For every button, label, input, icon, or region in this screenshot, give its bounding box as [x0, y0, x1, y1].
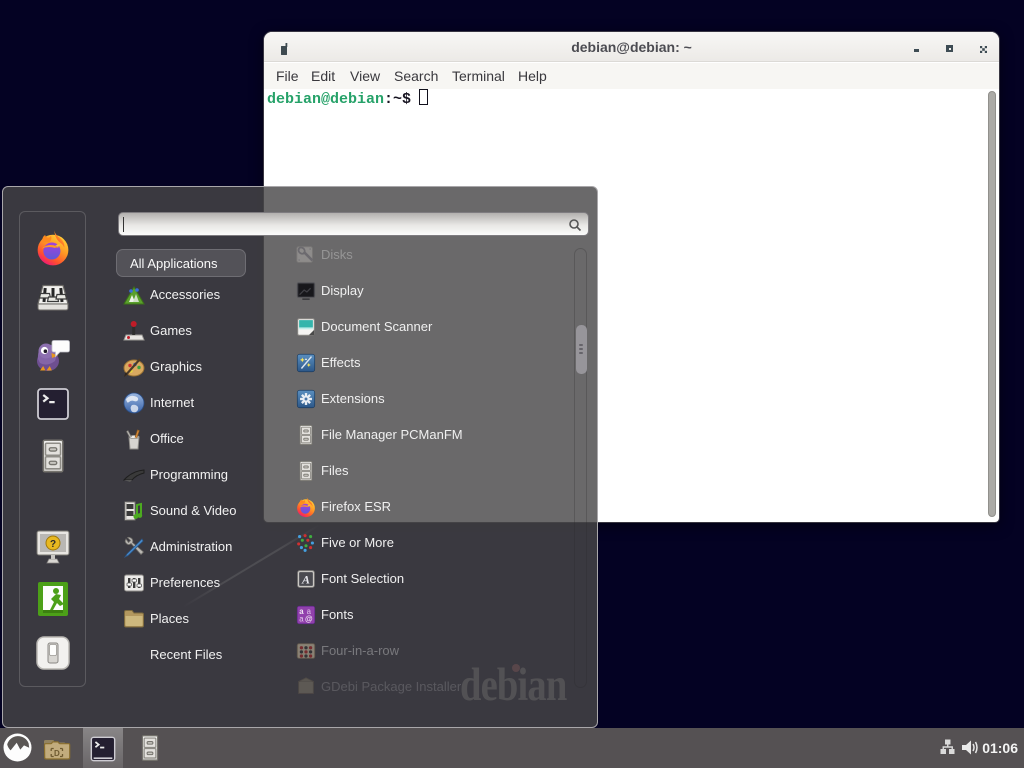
svg-text:@: @	[305, 614, 313, 623]
svg-text:D: D	[54, 749, 60, 758]
svg-text:a: a	[299, 614, 304, 623]
svg-text:?: ?	[49, 539, 55, 550]
svg-text:A: A	[301, 573, 310, 587]
